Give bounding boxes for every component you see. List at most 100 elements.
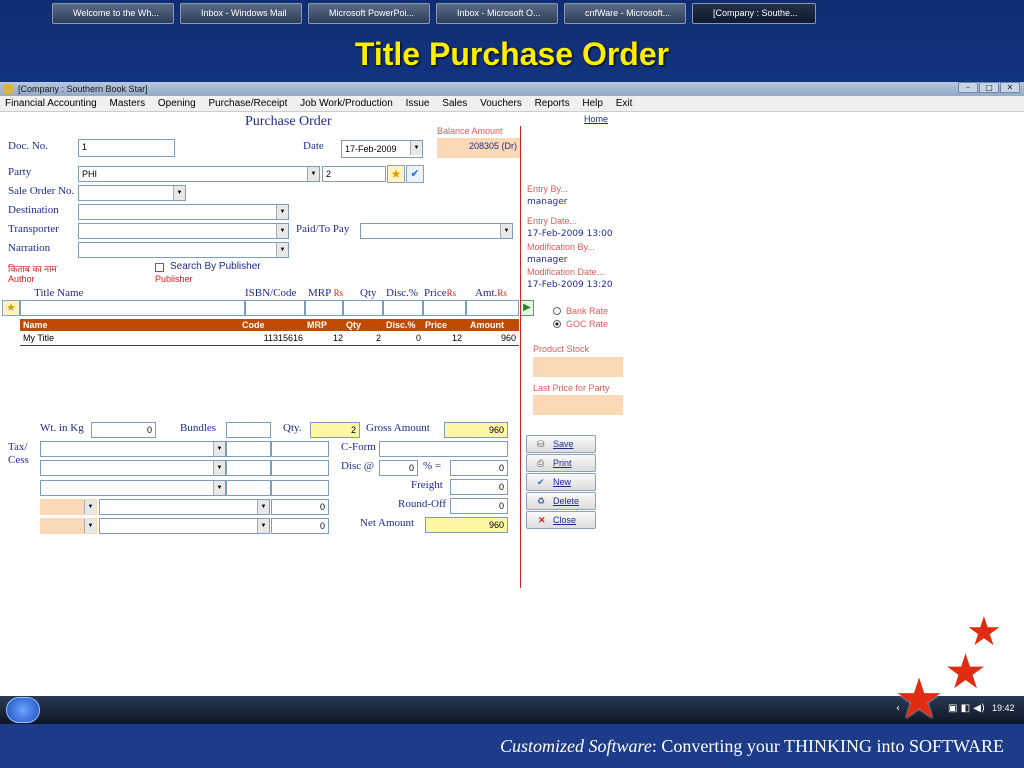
menu-financial-accounting[interactable]: Financial Accounting <box>5 98 97 109</box>
menu-issue[interactable]: Issue <box>406 98 430 109</box>
chevron-down-icon[interactable]: ▼ <box>173 186 185 200</box>
narration-select[interactable]: ▼ <box>78 242 289 258</box>
slide-title: Title Purchase Order <box>354 36 670 72</box>
mod-by-value: manager <box>527 255 568 265</box>
menu-masters[interactable]: Masters <box>110 98 146 109</box>
disc-pct-input[interactable]: 0 <box>379 460 418 476</box>
search-by-publisher-label: Search By Publisher <box>170 261 261 272</box>
taskbar-item-browser[interactable]: Welcome to the Wh... <box>52 3 174 24</box>
start-button[interactable] <box>6 697 40 723</box>
goc-rate-radio[interactable] <box>553 320 561 328</box>
round-off-label: Round-Off <box>398 498 447 510</box>
star-icon[interactable]: ★ <box>2 300 20 316</box>
tax-rate-1[interactable] <box>226 441 271 457</box>
close-icon: ✕ <box>538 515 546 525</box>
chevron-down-icon[interactable]: ▼ <box>257 500 269 514</box>
taskbar-item-windows-mail[interactable]: Inbox - Windows Mail <box>180 3 302 24</box>
taskbar-item-company[interactable]: [Company : Southe... <box>692 3 816 24</box>
home-link[interactable]: Home <box>584 114 608 124</box>
entry-title-input[interactable] <box>20 300 245 316</box>
tax-amount-1[interactable] <box>271 441 329 457</box>
menu-purchase-receipt[interactable]: Purchase/Receipt <box>208 98 287 109</box>
wt-input[interactable]: 0 <box>91 422 156 438</box>
bundles-input[interactable] <box>226 422 271 438</box>
menu-help[interactable]: Help <box>582 98 603 109</box>
tax-select-1[interactable]: ▼ <box>40 441 226 457</box>
menu-reports[interactable]: Reports <box>535 98 570 109</box>
chevron-down-icon[interactable]: ▼ <box>84 500 96 514</box>
gross-amount-value: 960 <box>444 422 508 438</box>
chevron-down-icon[interactable]: ▼ <box>213 481 225 495</box>
transporter-select[interactable]: ▼ <box>78 223 289 239</box>
freight-input[interactable]: 0 <box>450 479 508 495</box>
round-off-input[interactable]: 0 <box>450 498 508 514</box>
party-select[interactable]: PHI ▼ <box>78 166 320 182</box>
menu-job-work[interactable]: Job Work/Production <box>300 98 393 109</box>
tax-rate-2[interactable] <box>226 460 271 476</box>
check-icon[interactable]: ✔ <box>406 165 424 183</box>
chevron-down-icon[interactable]: ▼ <box>410 141 422 155</box>
chevron-down-icon[interactable]: ▼ <box>500 224 512 238</box>
entry-qty-input[interactable] <box>343 300 383 316</box>
col-isbn: ISBN/Code <box>245 287 297 299</box>
taskbar-item-cnfware[interactable]: cnfWare - Microsoft... <box>564 3 686 24</box>
menu-vouchers[interactable]: Vouchers <box>480 98 522 109</box>
close-button[interactable]: ✕ Close <box>526 511 596 529</box>
tax-amount-2[interactable] <box>271 460 329 476</box>
tax-select-4[interactable]: ▼ <box>99 499 270 515</box>
date-picker[interactable]: 17-Feb-2009 ▼ <box>341 140 423 158</box>
destination-select[interactable]: ▼ <box>78 204 289 220</box>
tax-amount-5[interactable]: 0 <box>271 518 329 534</box>
tax-select-5[interactable]: ▼ <box>99 518 270 534</box>
th-qty: Qty <box>346 320 362 330</box>
save-button[interactable]: ⛁ Save <box>526 435 596 453</box>
taskbar-item-outlook[interactable]: Inbox - Microsoft O... <box>436 3 558 24</box>
bank-rate-radio[interactable] <box>553 307 561 315</box>
tax-rate-3[interactable] <box>226 480 271 496</box>
entry-isbn-input[interactable] <box>245 300 305 316</box>
chevron-down-icon[interactable]: ▼ <box>276 224 288 238</box>
th-amount: Amount <box>470 320 504 330</box>
tax-amount-4[interactable]: 0 <box>271 499 329 515</box>
chevron-down-icon[interactable]: ▼ <box>213 442 225 456</box>
menu-exit[interactable]: Exit <box>616 98 633 109</box>
party-code-input[interactable]: 2 <box>322 166 386 182</box>
menu-sales[interactable]: Sales <box>442 98 467 109</box>
minimize-icon[interactable]: – <box>958 82 978 93</box>
tax-select-3[interactable]: ▼ <box>40 480 226 496</box>
chevron-down-icon[interactable]: ▼ <box>213 461 225 475</box>
entry-mrp-input[interactable] <box>305 300 343 316</box>
play-icon[interactable]: ▶ <box>520 300 534 316</box>
close-window-icon[interactable]: ✕ <box>1000 82 1020 93</box>
table-row[interactable]: My Title 11315616 12 2 0 12 960 <box>20 332 519 346</box>
paid-to-pay-select[interactable]: ▼ <box>360 223 513 239</box>
menu-opening[interactable]: Opening <box>158 98 196 109</box>
taskbar-item-powerpoint[interactable]: Microsoft PowerPoi... <box>308 3 430 24</box>
cform-input[interactable] <box>379 441 508 457</box>
window-titlebar[interactable]: [Company : Southern Book Star] <box>0 82 1024 96</box>
star-icon[interactable]: ★ <box>387 165 405 183</box>
chevron-down-icon[interactable]: ▼ <box>307 167 319 181</box>
disc-value-input[interactable]: 0 <box>450 460 508 476</box>
tray-icons[interactable]: ▣ ◧ ◀) <box>948 703 985 714</box>
chevron-down-icon[interactable]: ▼ <box>257 519 269 533</box>
maximize-icon[interactable]: □ <box>979 82 999 93</box>
chevron-down-icon[interactable]: ▼ <box>276 243 288 257</box>
tax-select-2[interactable]: ▼ <box>40 460 226 476</box>
tax-amount-3[interactable] <box>271 480 329 496</box>
search-by-publisher-checkbox[interactable] <box>155 263 164 272</box>
entry-disc-input[interactable] <box>383 300 423 316</box>
chevron-down-icon[interactable]: ▼ <box>84 519 96 533</box>
print-button[interactable]: ⎙ Print <box>526 454 596 472</box>
sale-order-select[interactable]: ▼ <box>78 185 186 201</box>
tax-type-select-5[interactable]: ▼ <box>40 518 97 534</box>
tax-type-select-4[interactable]: ▼ <box>40 499 97 515</box>
entry-amt-input[interactable] <box>466 300 519 316</box>
chevron-down-icon[interactable]: ▼ <box>276 205 288 219</box>
new-button[interactable]: ✔ New <box>526 473 596 491</box>
delete-button[interactable]: ♻ Delete <box>526 492 596 510</box>
product-stock-value <box>533 357 623 377</box>
balance-value: 208305 (Dr) <box>437 138 521 158</box>
entry-price-input[interactable] <box>423 300 466 316</box>
doc-no-input[interactable]: 1 <box>78 139 175 157</box>
